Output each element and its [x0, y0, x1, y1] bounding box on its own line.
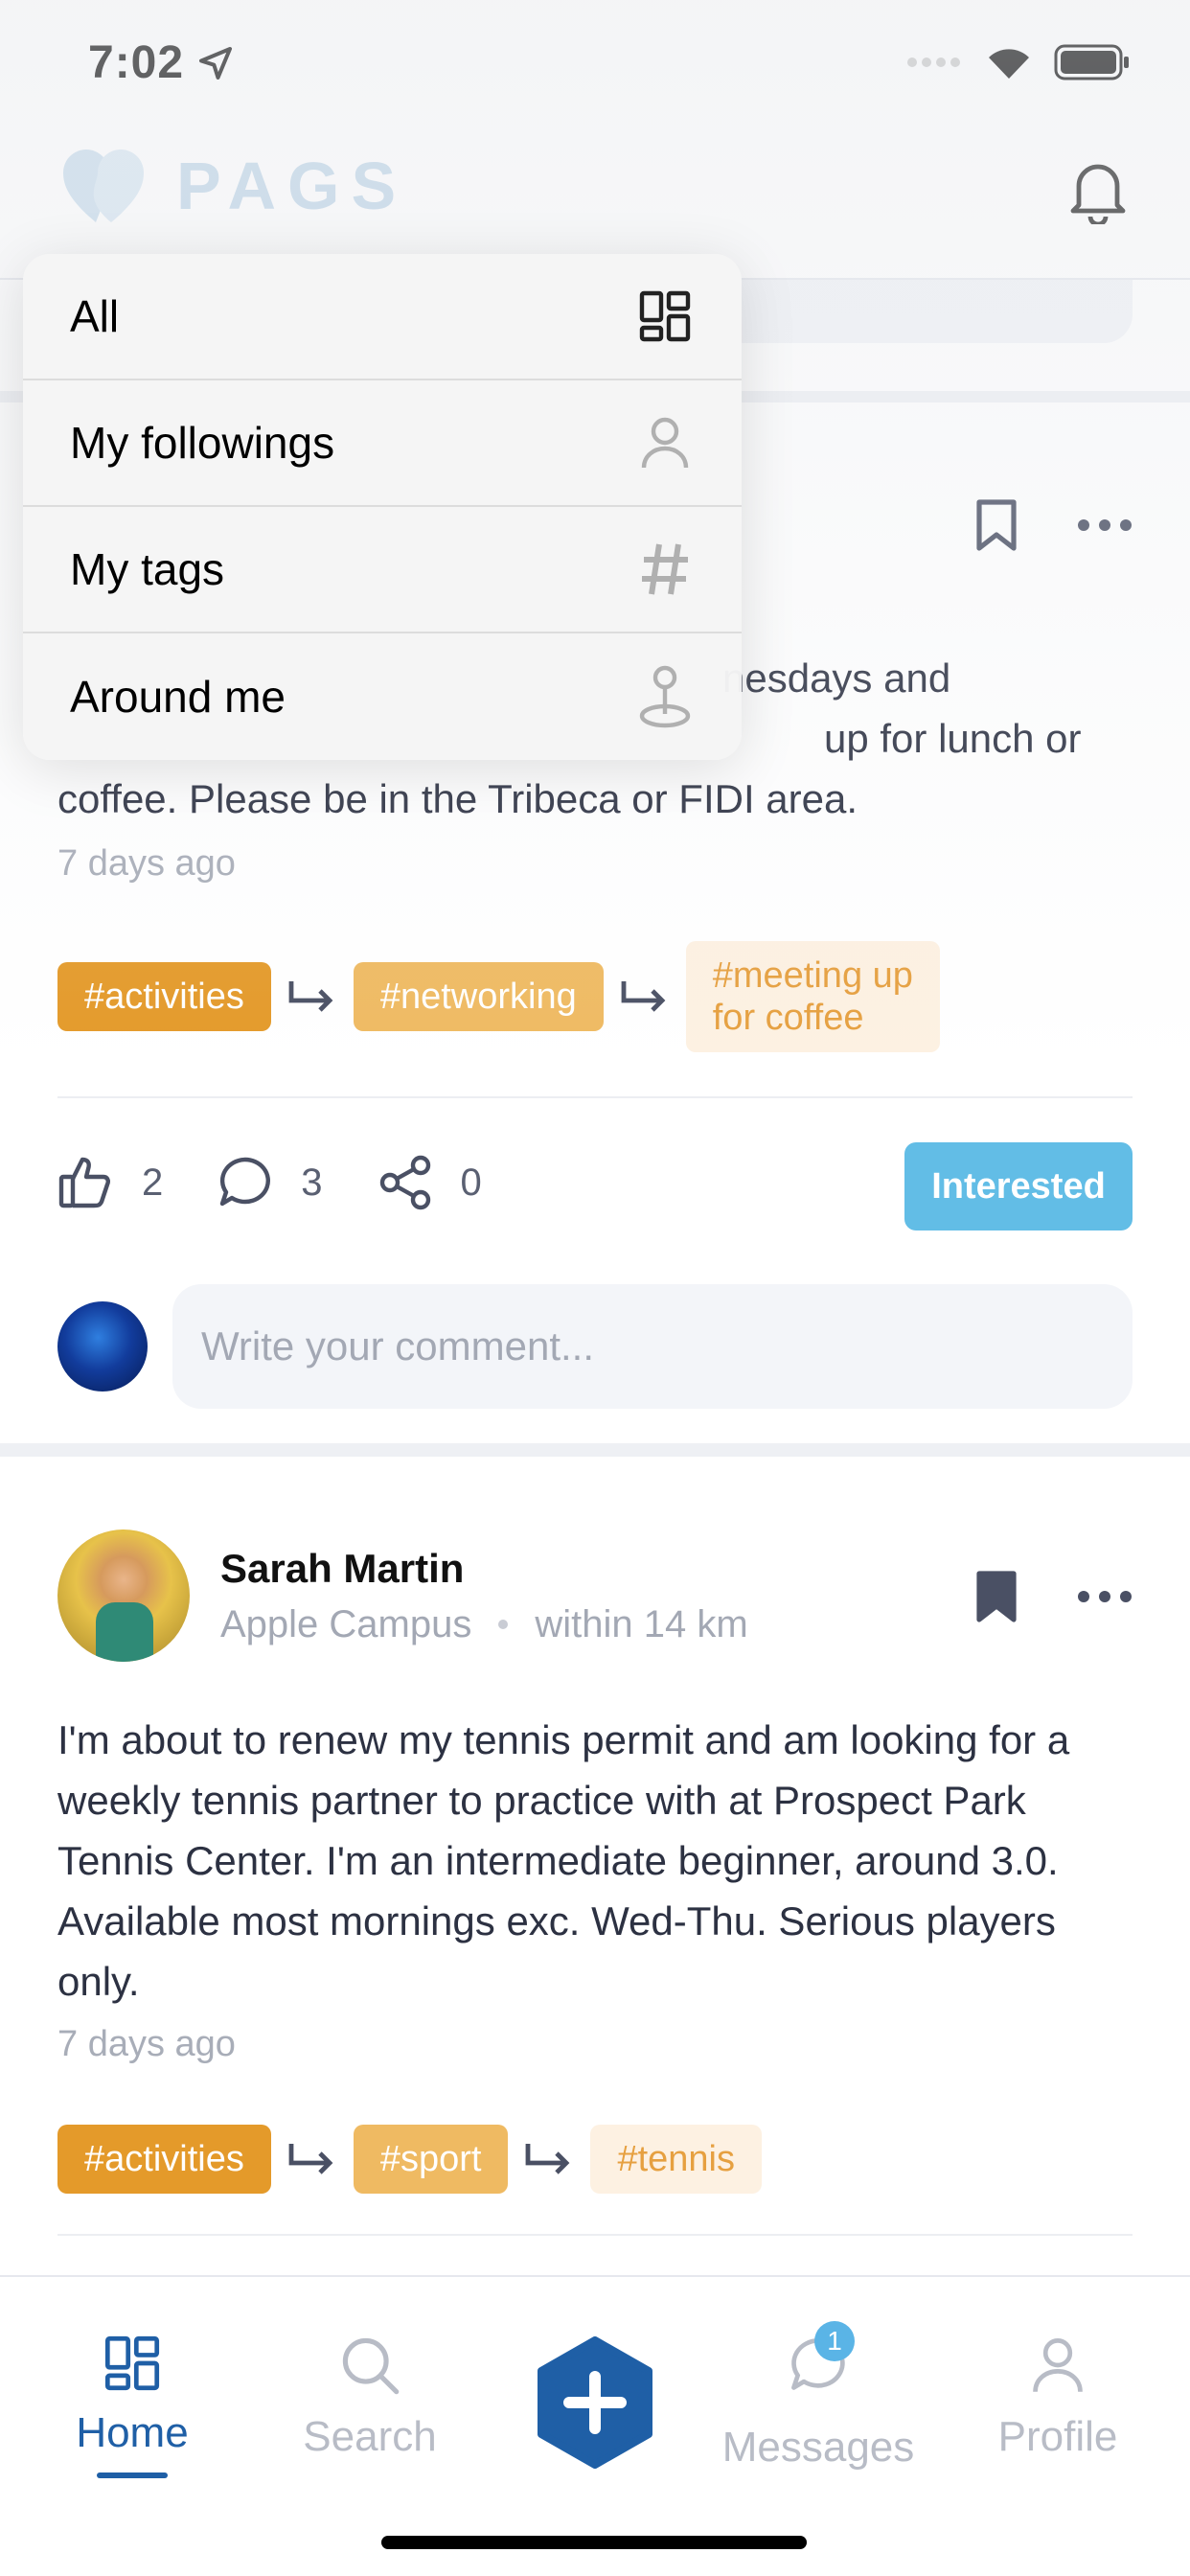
- app-logo[interactable]: PAGS: [57, 146, 407, 226]
- divider: [57, 1096, 1133, 1098]
- author-name[interactable]: Sarah Martin: [220, 1546, 748, 1592]
- like-count: 2: [142, 1161, 164, 1204]
- tag-tennis[interactable]: #tennis: [590, 2125, 763, 2194]
- post-top-actions: [975, 1570, 1133, 1628]
- wifi-icon: [985, 44, 1033, 85]
- grid-icon: [639, 290, 691, 342]
- tag-arrow-icon: [271, 2140, 354, 2178]
- search-icon: [342, 2337, 400, 2395]
- post-body-line: coffee. Please be in the Tribeca or FIDI…: [57, 776, 858, 821]
- pags-logo-icon: [63, 150, 144, 222]
- post-time: 7 days ago: [57, 843, 236, 884]
- message-icon-wrap: 1: [788, 2321, 855, 2406]
- signal-icon: [906, 55, 964, 75]
- share-count: 0: [460, 1161, 482, 1204]
- avatar[interactable]: [57, 1301, 148, 1392]
- more-options-icon[interactable]: [1077, 518, 1133, 537]
- avatar[interactable]: [57, 1530, 190, 1662]
- tab-label: Search: [303, 2413, 437, 2460]
- feed-filter-menu: All My followings My tags Around me: [23, 254, 742, 760]
- post-top-actions: [975, 498, 1133, 557]
- tag-networking[interactable]: #networking: [353, 962, 604, 1031]
- unread-badge: 1: [814, 2321, 855, 2361]
- author-location: Apple Campus: [220, 1602, 472, 1645]
- menu-item-label: Around me: [70, 672, 286, 722]
- location-arrow-icon: [196, 44, 235, 87]
- author-distance: within 14 km: [535, 1602, 748, 1645]
- separator-dot: [498, 1620, 509, 1629]
- more-options-icon[interactable]: [1077, 1590, 1133, 1608]
- tab-home[interactable]: Home: [27, 2334, 238, 2478]
- post-card: Sarah Martin Apple Campus within 14 km I…: [0, 1470, 1190, 2275]
- comment-bubble-icon: [220, 1157, 271, 1207]
- tab-label: Profile: [997, 2413, 1118, 2460]
- menu-item-my-tags[interactable]: My tags: [23, 507, 742, 633]
- menu-item-label: My followings: [70, 418, 335, 468]
- menu-item-all[interactable]: All: [23, 254, 742, 380]
- tab-profile[interactable]: Profile: [952, 2334, 1163, 2461]
- comment-composer: Write your comment...: [57, 1284, 1133, 1409]
- tag-arrow-icon: [271, 978, 354, 1016]
- home-indicator: [381, 2536, 807, 2549]
- menu-item-my-followings[interactable]: My followings: [23, 380, 742, 507]
- tag-activities[interactable]: #activities: [57, 962, 271, 1031]
- thumbs-up-icon: [58, 1157, 110, 1208]
- status-bar: 7:02: [0, 0, 1190, 125]
- tag-sport[interactable]: #sport: [353, 2125, 509, 2194]
- tab-messages[interactable]: 1 Messages: [713, 2321, 924, 2472]
- menu-item-label: My tags: [70, 544, 225, 594]
- home-grid-icon: [104, 2335, 160, 2391]
- tag-activities[interactable]: #activities: [57, 2125, 271, 2194]
- comment-input[interactable]: Write your comment...: [172, 1284, 1133, 1409]
- tag-line: #meeting up: [712, 955, 913, 996]
- tag-chain: #activities #networking #meeting up for …: [57, 941, 940, 1052]
- person-icon: [641, 417, 689, 469]
- tag-arrow-icon: [604, 978, 686, 1016]
- author-meta: Apple Campus within 14 km: [220, 1603, 748, 1646]
- post-body: I'm about to renew my tennis permit and …: [57, 1717, 1070, 2004]
- like-action[interactable]: 2: [57, 1154, 163, 1211]
- post-time: 7 days ago: [57, 2024, 236, 2064]
- active-tab-indicator: [97, 2472, 168, 2478]
- menu-item-label: All: [70, 291, 120, 341]
- location-pin-icon: [639, 665, 691, 728]
- bookmark-icon[interactable]: [975, 498, 1018, 557]
- bookmark-filled-icon[interactable]: [975, 1570, 1018, 1628]
- share-icon: [379, 1155, 430, 1210]
- share-action[interactable]: 0: [377, 1154, 482, 1211]
- status-time: 7:02: [88, 37, 185, 88]
- post-actions: 2 3 0: [57, 1154, 536, 1211]
- profile-icon: [1033, 2338, 1083, 2392]
- tag-arrow-icon: [508, 2140, 590, 2178]
- menu-item-around-me[interactable]: Around me: [23, 633, 742, 760]
- hashtag-icon: [642, 543, 688, 595]
- tab-label: Home: [76, 2409, 189, 2456]
- logo-text: PAGS: [176, 149, 408, 223]
- tag-chain: #activities #sport #tennis: [57, 2125, 763, 2194]
- comment-action[interactable]: 3: [217, 1154, 323, 1211]
- notifications-bell-icon[interactable]: [1067, 157, 1129, 229]
- tag-line: for coffee: [712, 998, 864, 1038]
- tag-meeting-up-for-coffee[interactable]: #meeting up for coffee: [685, 941, 940, 1052]
- battery-icon: [1054, 44, 1131, 85]
- tab-search[interactable]: Search: [264, 2334, 475, 2461]
- tab-label: Messages: [721, 2424, 915, 2471]
- status-icons: [906, 44, 1131, 85]
- bottom-tab-bar: Home Search 1 Messages Profile: [0, 2275, 1190, 2576]
- comment-count: 3: [301, 1161, 323, 1204]
- divider: [57, 2234, 1133, 2236]
- post-author[interactable]: Sarah Martin Apple Campus within 14 km: [57, 1530, 748, 1662]
- interested-button[interactable]: Interested: [904, 1142, 1133, 1230]
- create-post-button[interactable]: [532, 2336, 658, 2469]
- plus-hexagon-icon: [538, 2336, 652, 2469]
